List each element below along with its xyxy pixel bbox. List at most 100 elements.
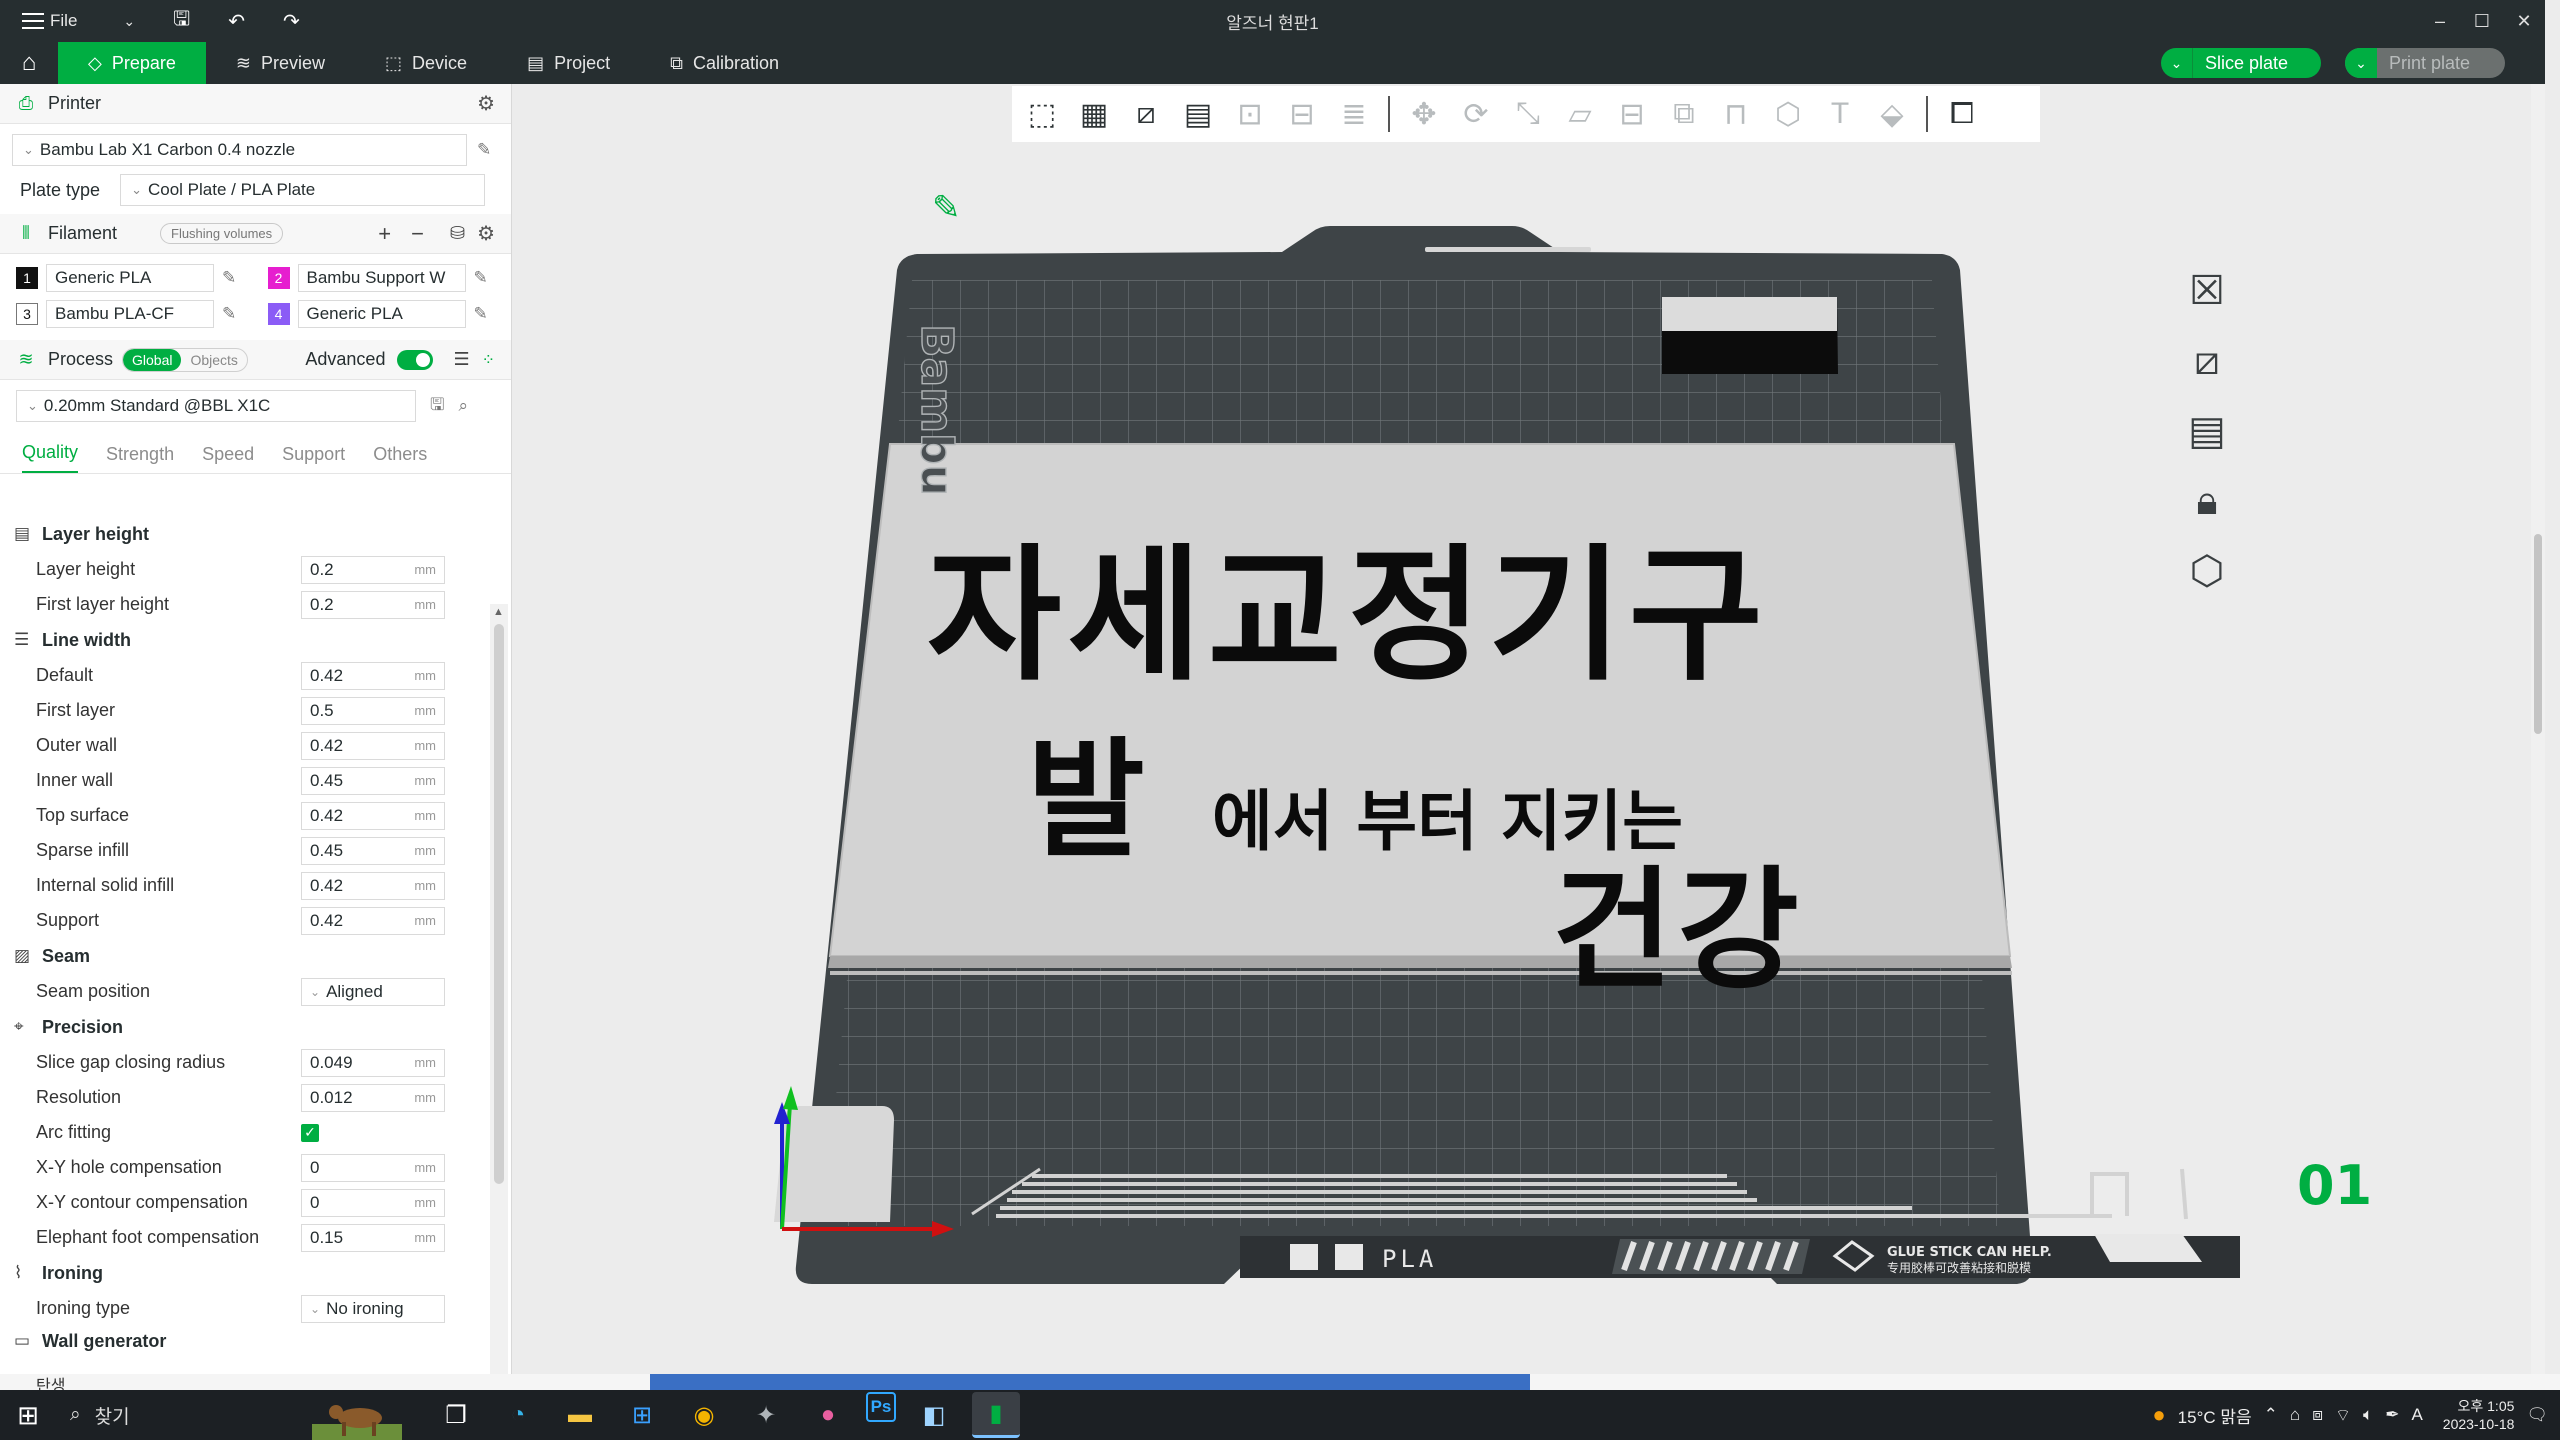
move-icon[interactable]: ✥ — [1400, 90, 1448, 138]
add-plate-icon[interactable]: ▦ — [1070, 90, 1118, 138]
lock-plate-icon[interactable]: 🔒︎ — [2172, 474, 2242, 528]
clock[interactable]: 오후 1:05 2023-10-18 — [2443, 1397, 2515, 1433]
filament-name[interactable]: Generic PLA — [297, 300, 466, 328]
seam-paint-icon[interactable]: ⬡ — [1764, 90, 1812, 138]
chrome-icon[interactable]: ◉ — [680, 1392, 728, 1438]
filament-color-swatch[interactable]: 1 — [16, 267, 38, 289]
search-icon[interactable]: ⌕ — [458, 396, 468, 416]
photoshop-icon[interactable]: Ps — [866, 1392, 896, 1422]
undo-icon[interactable]: ↶ — [228, 9, 245, 34]
arrange-plate-icon[interactable]: ▤ — [2172, 404, 2242, 458]
save-preset-icon[interactable]: 🖫 — [430, 392, 444, 421]
edit-icon[interactable]: ✎ — [477, 140, 491, 160]
objects-option[interactable]: Objects — [181, 349, 246, 371]
wifi-icon[interactable]: ⌔ — [2335, 1405, 2351, 1426]
subtab-others[interactable]: Others — [373, 444, 427, 473]
3d-viewport[interactable]: 자세교정기구 발 에서 부터 지키는 건강 Bambu PLA GLUE STI… — [512, 84, 2545, 1374]
weather-text[interactable]: 15°C 맑음 — [2178, 1403, 2252, 1428]
minimize-button[interactable]: – — [2419, 0, 2461, 42]
top-surface-width-input[interactable]: 0.42 mm — [301, 801, 445, 830]
color-app-icon[interactable]: ● — [804, 1392, 852, 1438]
subtab-quality[interactable]: Quality — [22, 442, 79, 473]
outer-wall-width-input[interactable]: 0.42 mm — [301, 731, 445, 760]
internal-solid-infill-width-input[interactable]: 0.42 mm — [301, 871, 445, 900]
notes-icon[interactable]: ◧ — [910, 1392, 958, 1438]
tab-project[interactable]: ▤ Project — [497, 42, 640, 84]
remove-filament-icon[interactable]: − — [411, 221, 424, 247]
home-icon[interactable]: ⌂ — [0, 42, 58, 84]
resolution-input[interactable]: 0.012 mm — [301, 1083, 445, 1112]
filament-name[interactable]: Bambu PLA-CF — [46, 300, 214, 328]
print-plate-button[interactable]: ⌄ Print plate — [2345, 48, 2505, 78]
add-filament-icon[interactable]: + — [378, 221, 391, 247]
assembly-view-icon[interactable]: ⧠ — [1938, 90, 1986, 138]
sidebar-scrollbar[interactable]: ▲ ▼ — [490, 604, 508, 1374]
edit-icon[interactable]: ✎ — [222, 268, 236, 288]
first-layer-width-input[interactable]: 0.5 mm — [301, 696, 445, 725]
chevron-up-icon[interactable]: ⌃ — [2264, 1405, 2278, 1425]
filament-color-swatch[interactable]: 3 — [16, 303, 38, 325]
filament-slot-1[interactable]: 1 Generic PLA ✎ — [16, 264, 250, 292]
process-preset-select[interactable]: ⌄ 0.20mm Standard @BBL X1C — [16, 390, 416, 422]
ironing-type-select[interactable]: ⌄ No ironing — [301, 1294, 445, 1323]
auto-orient-plate-icon[interactable]: ⧄ — [2172, 334, 2242, 388]
rotate-icon[interactable]: ⟳ — [1452, 90, 1500, 138]
filament-color-swatch[interactable]: 2 — [267, 267, 290, 289]
default-width-input[interactable]: 0.42 mm — [301, 661, 445, 690]
arrange-icon[interactable]: ▤ — [1174, 90, 1222, 138]
advanced-toggle[interactable] — [397, 349, 434, 370]
plate-settings-icon[interactable]: ⬡ — [2172, 544, 2242, 598]
elephant-foot-compensation-input[interactable]: 0.15 mm — [301, 1223, 445, 1252]
filament-name[interactable]: Generic PLA — [46, 264, 214, 292]
text-icon[interactable]: T — [1816, 90, 1864, 138]
split-objects-icon[interactable]: ⊡ — [1226, 90, 1274, 138]
flushing-volumes-button[interactable]: Flushing volumes — [160, 223, 284, 244]
tab-preview[interactable]: ≋ Preview — [206, 42, 355, 84]
auto-orient-icon[interactable]: ⧄ — [1122, 90, 1170, 138]
file-menu-button[interactable]: File ⌄ — [22, 11, 135, 31]
boolean-icon[interactable]: ⧉ — [1660, 90, 1708, 138]
edit-icon[interactable]: ✎ — [474, 268, 488, 288]
pen-icon[interactable]: ✒ — [2385, 1405, 2399, 1425]
sync-icon[interactable]: ⛁ — [450, 223, 465, 244]
windows-start-icon[interactable]: ⊞ — [0, 1390, 56, 1440]
xy-hole-compensation-input[interactable]: 0 mm — [301, 1153, 445, 1182]
list-view-icon[interactable]: ☰ — [453, 349, 469, 370]
slice-gap-closing-radius-input[interactable]: 0.049 mm — [301, 1048, 445, 1077]
seam-position-select[interactable]: ⌄ Aligned — [301, 977, 445, 1006]
xy-contour-compensation-input[interactable]: 0 mm — [301, 1188, 445, 1217]
save-icon[interactable]: 🖫 — [173, 4, 190, 38]
layer-height-input[interactable]: 0.2 mm — [301, 555, 445, 584]
filament-slot-2[interactable]: 2 Bambu Support W ✎ — [267, 264, 502, 292]
bambu-studio-active-icon[interactable]: ▮ — [972, 1392, 1020, 1438]
subtab-support[interactable]: Support — [282, 444, 345, 473]
notification-icon[interactable]: 🗨︎ — [2526, 1405, 2548, 1425]
chevron-down-icon[interactable]: ⌄ — [2345, 48, 2377, 78]
support-paint-icon[interactable]: ⊓ — [1712, 90, 1760, 138]
maximize-button[interactable]: ☐ — [2461, 0, 2503, 42]
scroll-up-icon[interactable]: ▲ — [493, 606, 504, 618]
plate-type-select[interactable]: ⌄ Cool Plate / PLA Plate — [120, 174, 486, 206]
filament-color-swatch[interactable]: 4 — [267, 303, 290, 325]
printer-preset-select[interactable]: ⌄ Bambu Lab X1 Carbon 0.4 nozzle — [12, 134, 467, 166]
gear-icon[interactable]: ⚙ — [477, 91, 495, 116]
sparse-infill-width-input[interactable]: 0.45 mm — [301, 836, 445, 865]
language-icon[interactable]: A — [2411, 1405, 2422, 1425]
tray-icon[interactable]: ⌂ — [2290, 1405, 2300, 1425]
global-objects-switch[interactable]: Global Objects — [122, 347, 248, 372]
color-paint-icon[interactable]: ⬙ — [1868, 90, 1916, 138]
tab-prepare[interactable]: ◇ Prepare — [58, 42, 206, 84]
edit-plate-name-icon[interactable]: ✎ — [932, 188, 961, 228]
scrollbar-thumb[interactable] — [494, 624, 504, 1184]
arc-fitting-checkbox[interactable]: ✓ — [301, 1123, 319, 1142]
gear-icon[interactable]: ⚙ — [477, 221, 495, 246]
edit-icon[interactable]: ✎ — [474, 304, 488, 324]
chevron-down-icon[interactable]: ⌄ — [2161, 48, 2193, 78]
viewport-scrollbar[interactable] — [2531, 84, 2545, 1374]
edit-icon[interactable]: ✎ — [222, 304, 236, 324]
taskbar-search[interactable]: ⌕ 찾기 — [56, 1390, 412, 1440]
tab-calibration[interactable]: ⧉ Calibration — [640, 42, 809, 84]
compare-icon[interactable]: ⁘ — [482, 350, 495, 370]
file-explorer-icon[interactable]: ▬ — [556, 1392, 604, 1438]
global-option[interactable]: Global — [123, 348, 182, 371]
